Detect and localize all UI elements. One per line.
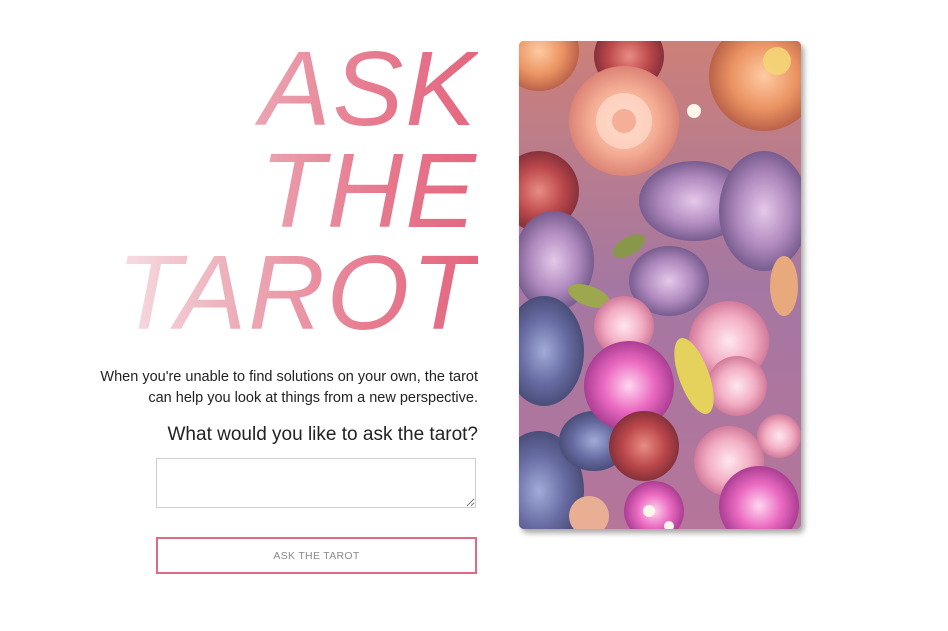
page-title: ASK THE TAROT [117,38,478,344]
title-line-ask: ASK [259,30,478,148]
intro-text: When you're unable to find solutions on … [58,367,478,409]
page: ASK THE TAROT When you're unable to find… [0,0,948,631]
intro-line-1: When you're unable to find solutions on … [100,369,478,385]
tarot-card-flowers-image [519,41,801,529]
question-input[interactable] [156,458,476,508]
title-line-tarot: TAROT [116,234,478,352]
ask-the-tarot-button[interactable]: ASK THE TAROT [156,537,477,574]
title-line-the: THE [260,132,478,250]
intro-line-2: can help you look at things from a new p… [148,390,478,406]
question-label: What would you like to ask the tarot? [167,424,479,445]
flowers-illustration [519,41,801,529]
